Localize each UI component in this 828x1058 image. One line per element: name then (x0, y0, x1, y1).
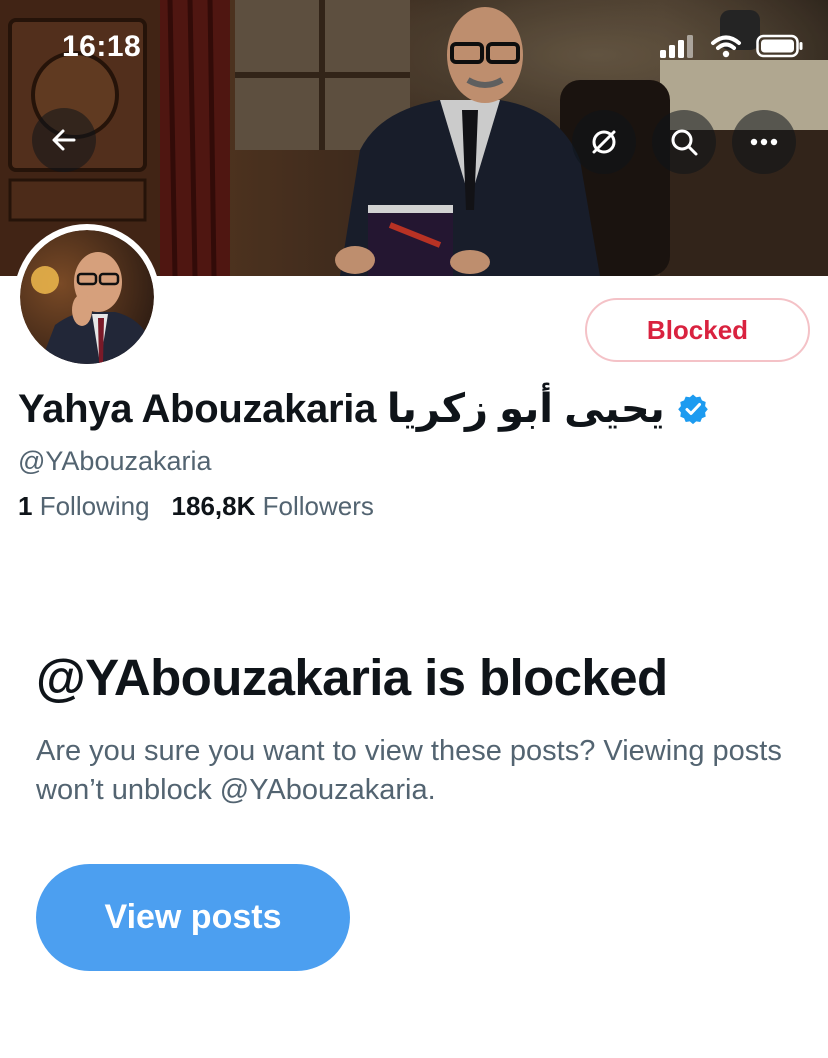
following-label: Following (39, 491, 150, 521)
status-icons (660, 34, 804, 58)
blocked-button[interactable]: Blocked (585, 298, 810, 362)
followers-count: 186,8K (171, 491, 256, 521)
follow-stats: 1 Following 186,8K Followers (18, 491, 374, 522)
verified-badge-icon[interactable] (677, 393, 709, 425)
wifi-icon (711, 35, 741, 58)
translate-icon (592, 130, 616, 154)
search-icon (671, 129, 698, 156)
profile-handle: @YAbouzakaria (18, 446, 212, 476)
status-time: 16:18 (62, 30, 142, 63)
following-link[interactable]: 1 Following (18, 491, 150, 521)
blocked-notice-description: Are you sure you want to view these post… (36, 735, 782, 806)
back-arrow-icon (52, 129, 76, 151)
view-posts-button[interactable]: View posts (36, 864, 350, 971)
display-name-row: Yahya Abouzakaria يحيى أبو زكريا (18, 386, 709, 432)
following-count: 1 (18, 491, 33, 521)
followers-link[interactable]: 186,8K Followers (172, 491, 374, 521)
cellular-signal-icon (660, 35, 693, 58)
profile-screen: 16:18 Blocked Yahya Abouzakaria يحيى أبو… (0, 0, 828, 1058)
display-name: Yahya Abouzakaria يحيى أبو زكريا (18, 387, 665, 431)
followers-label: Followers (262, 491, 374, 521)
battery-icon (756, 34, 803, 58)
search-button[interactable] (652, 110, 716, 174)
translate-button[interactable] (572, 110, 636, 174)
avatar[interactable] (14, 224, 160, 370)
more-icon (750, 138, 778, 146)
blocked-notice-title: @YAbouzakaria is blocked (36, 649, 668, 706)
avatar-image (20, 230, 154, 364)
back-button[interactable] (32, 108, 96, 172)
more-button[interactable] (732, 110, 796, 174)
